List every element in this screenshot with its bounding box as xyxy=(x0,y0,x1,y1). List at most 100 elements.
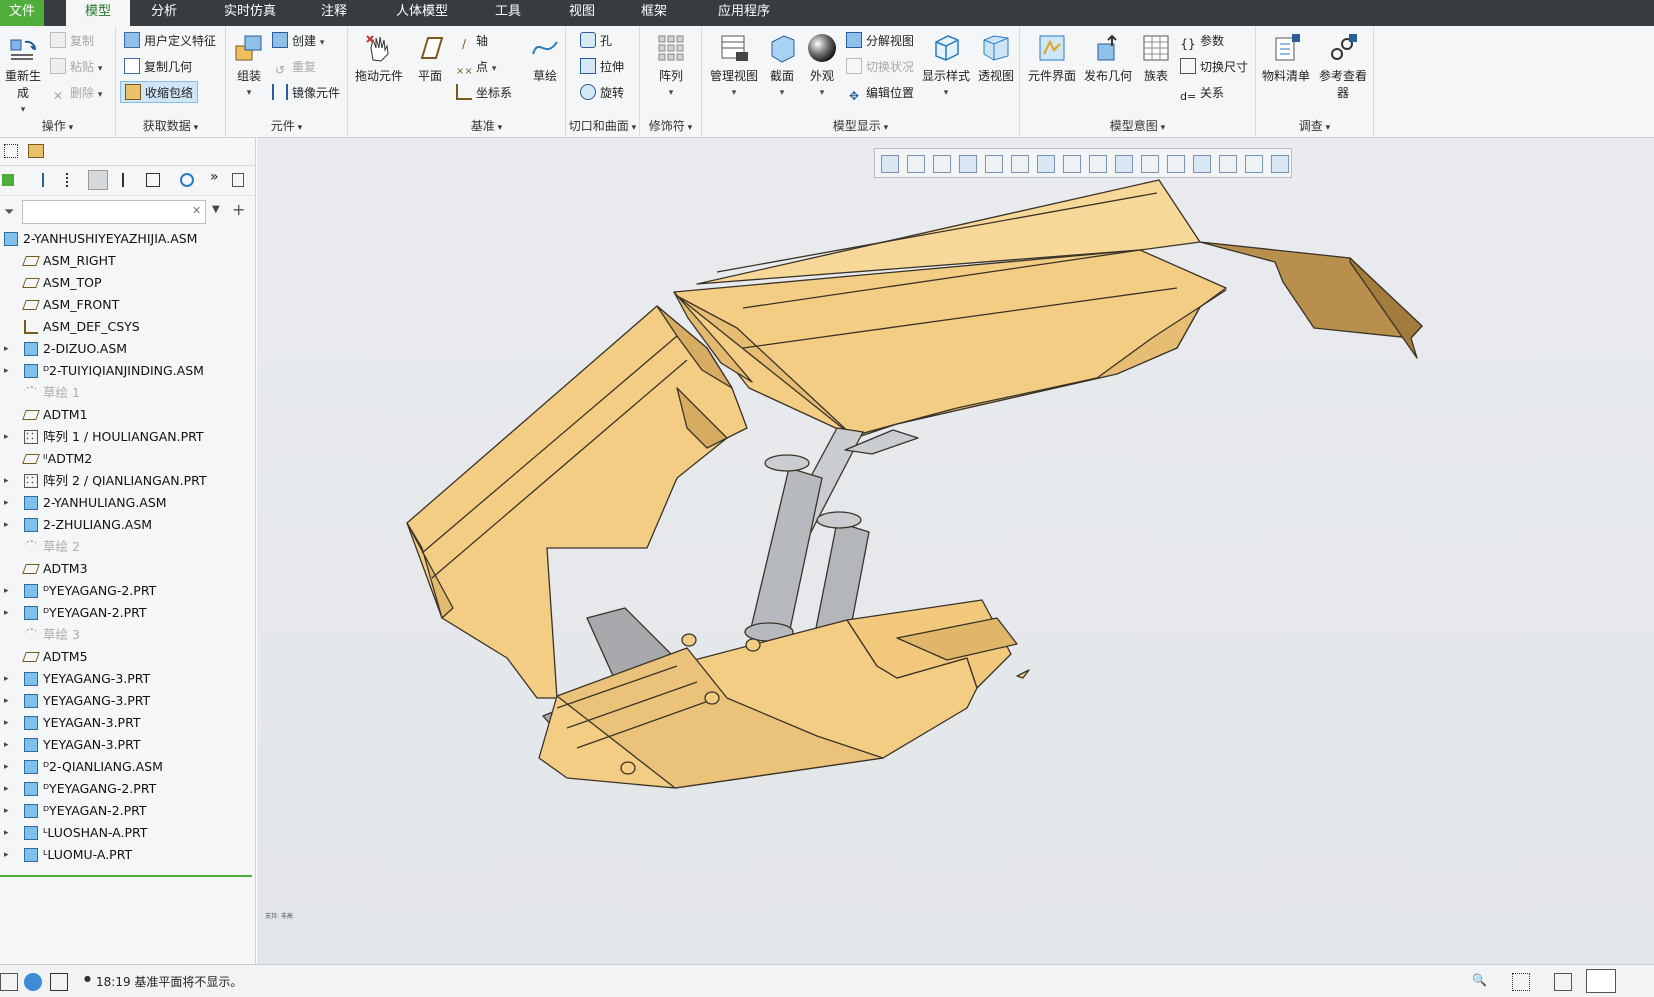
relations-button[interactable]: d= 关系 xyxy=(1180,82,1224,104)
tree-item[interactable]: ▸ YEYAGAN-3.PRT xyxy=(0,734,256,756)
tab-framework[interactable]: 框架 xyxy=(626,0,682,26)
tree-item[interactable]: ▸ ᴸLUOSHAN-A.PRT xyxy=(0,822,256,844)
section-button[interactable]: 截面 ▾ xyxy=(762,32,802,98)
group-label-datum[interactable]: 基准 xyxy=(408,117,565,134)
sketch-button[interactable]: 草绘 xyxy=(526,32,564,84)
explode-view-button[interactable]: 分解视图 xyxy=(846,30,914,52)
expand-arrow-icon[interactable]: ▸ xyxy=(4,756,9,778)
switch-dimensions-button[interactable]: 切换尺寸 xyxy=(1180,56,1248,78)
tree-item[interactable]: ADTM3 xyxy=(0,558,256,580)
group-label-investigate[interactable]: 调查 xyxy=(1256,117,1373,134)
show-icon[interactable] xyxy=(2,174,14,186)
repeat-button[interactable]: ↺ 重复 xyxy=(272,56,316,78)
point-button[interactable]: ×× 点 ▾ xyxy=(456,56,496,78)
tab-human-model[interactable]: 人体模型 xyxy=(382,0,462,26)
tree-item[interactable]: ASM_RIGHT xyxy=(0,250,256,272)
tree-item[interactable]: 2-YANHUSHIYEYAZHIJIA.ASM xyxy=(0,228,256,250)
paste-button[interactable]: 粘贴 ▾ xyxy=(50,56,102,78)
tab-realtime-sim[interactable]: 实时仿真 xyxy=(214,0,286,26)
revolve-button[interactable]: 旋转 xyxy=(580,82,624,104)
expand-arrow-icon[interactable]: ▸ xyxy=(4,822,9,844)
expand-arrow-icon[interactable]: ▸ xyxy=(4,690,9,712)
window-toggle-icon[interactable] xyxy=(0,973,18,991)
tree-item[interactable]: ASM_TOP xyxy=(0,272,256,294)
tree-item[interactable]: ▸ ᴰYEYAGAN-2.PRT xyxy=(0,602,256,624)
bom-button[interactable]: 物料清单 xyxy=(1258,32,1314,84)
edit-position-button[interactable]: ✥ 编辑位置 xyxy=(846,82,914,104)
layer-icon[interactable] xyxy=(146,173,160,187)
udf-button[interactable]: 用户定义特征 xyxy=(124,30,216,52)
expand-arrow-icon[interactable]: ▸ xyxy=(4,734,9,756)
display-style-button[interactable]: 显示样式 ▾ xyxy=(920,32,972,98)
tree-item[interactable]: 草绘 2 xyxy=(0,536,256,558)
tab-annotate[interactable]: 注释 xyxy=(306,0,362,26)
tree-item[interactable]: 草绘 1 xyxy=(0,382,256,404)
tree-item[interactable]: 草绘 3 xyxy=(0,624,256,646)
group-label-component[interactable]: 元件 xyxy=(226,117,347,134)
group-label-model-intent[interactable]: 模型意图 xyxy=(1020,117,1255,134)
tree-item[interactable]: ▸ ᴰYEYAGANG-2.PRT xyxy=(0,580,256,602)
expand-arrow-icon[interactable]: ▸ xyxy=(4,800,9,822)
page-icon[interactable] xyxy=(232,173,244,187)
toggle-state-button[interactable]: 切换状况 xyxy=(846,56,914,78)
expand-arrow-icon[interactable]: ▸ xyxy=(4,470,9,492)
hole-button[interactable]: 孔 xyxy=(580,30,612,52)
tab-analysis[interactable]: 分析 xyxy=(136,0,192,26)
tree-item[interactable]: ADTM1 xyxy=(0,404,256,426)
filter-funnel-icon[interactable]: ⏷ xyxy=(4,205,14,220)
publish-geometry-button[interactable]: 发布几何 xyxy=(1082,32,1134,84)
selection-box-icon[interactable] xyxy=(1512,973,1530,991)
reference-viewer-button[interactable]: 参考查看器 xyxy=(1314,32,1372,101)
expand-arrow-icon[interactable]: ▸ xyxy=(4,844,9,866)
tab-model[interactable]: 模型 xyxy=(66,0,130,26)
tree-item[interactable]: ADTM5 xyxy=(0,646,256,668)
tree-settings-icon[interactable] xyxy=(88,170,108,190)
tree-search-input[interactable] xyxy=(22,200,206,224)
folder-browser-tab-icon[interactable] xyxy=(28,144,44,158)
tab-tools[interactable]: 工具 xyxy=(480,0,536,26)
fullscreen-icon[interactable] xyxy=(50,973,68,991)
add-icon[interactable]: + xyxy=(232,200,245,219)
gear-icon[interactable] xyxy=(180,173,194,187)
expand-arrow-icon[interactable]: ▸ xyxy=(4,580,9,602)
graphics-window[interactable]: 支持: 非高 xyxy=(257,138,1654,964)
more-chevron-icon[interactable]: » xyxy=(210,169,219,185)
parameters-button[interactable]: {} 参数 xyxy=(1180,30,1224,52)
perspective-button[interactable]: 透视图 xyxy=(974,32,1018,84)
axis-button[interactable]: / 轴 xyxy=(456,30,488,52)
copy-button[interactable]: 复制 xyxy=(50,30,94,52)
tree-item[interactable]: ▸ ᴰ2-TUIYIQIANJINDING.ASM xyxy=(0,360,256,382)
plane-button[interactable]: 平面 xyxy=(412,32,448,84)
drag-component-button[interactable]: 拖动元件 xyxy=(352,32,406,84)
expand-arrow-icon[interactable]: ▸ xyxy=(4,602,9,624)
binoculars-icon[interactable]: 🔍 xyxy=(1472,973,1490,991)
model-tree-tab-icon[interactable] xyxy=(4,144,18,158)
family-table-button[interactable]: 族表 xyxy=(1136,32,1176,84)
browser-toggle-icon[interactable] xyxy=(24,973,42,991)
copy-geometry-button[interactable]: 复制几何 xyxy=(124,56,192,78)
expand-arrow-icon[interactable]: ▸ xyxy=(4,514,9,536)
tree-item[interactable]: ▸ 阵列 1 / HOULIANGAN.PRT xyxy=(0,426,256,448)
smart-filter-icon[interactable] xyxy=(1586,969,1616,993)
regenerate-button[interactable]: 重新生成 ▾ xyxy=(0,32,46,115)
search-dropdown-icon[interactable]: ▼ xyxy=(212,204,220,215)
group-label-cuts-surfaces[interactable]: 切口和曲面 xyxy=(566,117,639,134)
expand-arrow-icon[interactable]: ▸ xyxy=(4,712,9,734)
hydraulic-support-3d-model[interactable] xyxy=(257,138,1654,964)
tree-item[interactable]: ▸ YEYAGANG-3.PRT xyxy=(0,668,256,690)
filter-select-icon[interactable] xyxy=(1554,973,1572,991)
tree-item[interactable]: ▸ 2-YANHULIANG.ASM xyxy=(0,492,256,514)
tab-view[interactable]: 视图 xyxy=(554,0,610,26)
pattern-button[interactable]: 阵列 ▾ xyxy=(648,32,694,98)
tree-item[interactable]: ▸ ᴰ2-QIANLIANG.ASM xyxy=(0,756,256,778)
clear-search-icon[interactable]: ✕ xyxy=(192,204,201,217)
tree-item[interactable]: ▸ 2-ZHULIANG.ASM xyxy=(0,514,256,536)
extrude-button[interactable]: 拉伸 xyxy=(580,56,624,78)
create-button[interactable]: 创建 ▾ xyxy=(272,30,324,52)
shrinkwrap-button[interactable]: 收缩包络 xyxy=(120,81,199,103)
csys-button[interactable]: 坐标系 xyxy=(456,82,512,104)
component-interface-button[interactable]: 元件界面 xyxy=(1026,32,1078,84)
tab-file[interactable]: 文件 xyxy=(0,0,44,26)
tree-item[interactable]: ▸ 2-DIZUO.ASM xyxy=(0,338,256,360)
status-message[interactable]: 18:19 基准平面将不显示。 xyxy=(96,973,242,990)
